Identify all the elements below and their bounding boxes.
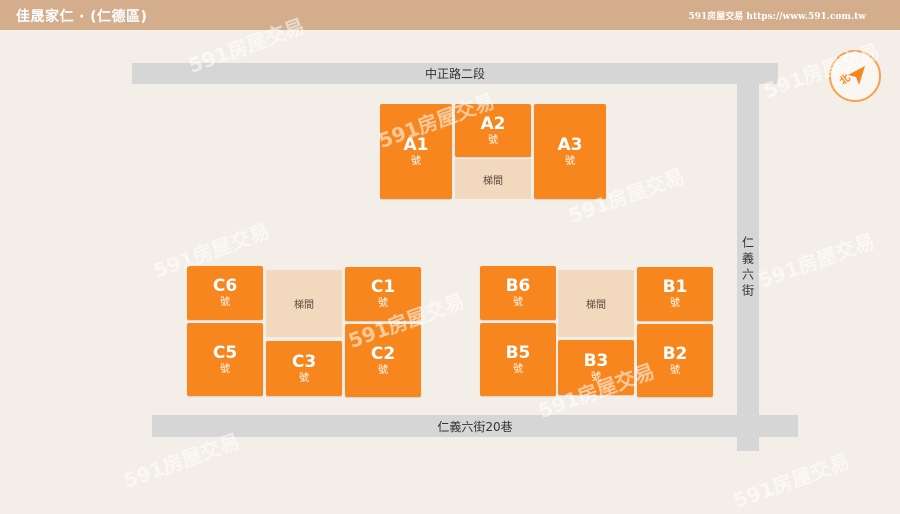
unit-b5[interactable]: B5 號: [480, 323, 556, 396]
unit-code: A2: [480, 113, 506, 134]
unit-c5[interactable]: C5 號: [187, 323, 263, 396]
unit-code: A1: [403, 134, 429, 155]
unit-suffix: 號: [220, 363, 230, 375]
unit-suffix: 號: [488, 134, 498, 146]
compass: 北: [829, 50, 881, 102]
unit-a2[interactable]: A2 號: [455, 104, 531, 157]
unit-a1[interactable]: A1 號: [380, 104, 452, 199]
unit-code: C6: [212, 276, 238, 296]
unit-a3[interactable]: A3 號: [534, 104, 606, 199]
unit-b2[interactable]: B2 號: [637, 324, 713, 397]
community-title: 佳晟家仁 ‧ (仁德區): [16, 9, 148, 25]
watermark: 591房屋交易: [730, 448, 853, 514]
road-right-label: 仁義六街: [740, 235, 755, 300]
unit-code: A3: [557, 134, 583, 155]
unit-b3[interactable]: B3 號: [558, 340, 634, 395]
unit-suffix: 號: [670, 364, 680, 376]
unit-suffix: 號: [513, 297, 523, 308]
unit-b6[interactable]: B6 號: [480, 266, 556, 320]
unit-code: C2: [370, 343, 396, 364]
unit-code: B5: [505, 342, 531, 363]
road-top-label: 中正路二段: [424, 67, 485, 81]
stairwell-c: 梯間: [266, 270, 342, 337]
unit-code: B3: [583, 350, 609, 371]
unit-suffix: 號: [670, 298, 680, 309]
road-bottom: 仁義六街20巷: [152, 415, 798, 437]
unit-b1[interactable]: B1 號: [637, 267, 713, 321]
unit-code: B2: [662, 343, 688, 364]
unit-code: B6: [505, 276, 531, 296]
road-right: 仁義六街: [737, 84, 759, 451]
unit-c6[interactable]: C6 號: [187, 266, 263, 320]
unit-code: C1: [370, 277, 396, 297]
unit-suffix: 號: [220, 297, 230, 308]
unit-suffix: 號: [411, 155, 421, 167]
unit-c2[interactable]: C2 號: [345, 324, 421, 397]
road-top: 中正路二段: [132, 63, 778, 84]
unit-suffix: 號: [378, 364, 388, 376]
stairwell-a: 梯間: [455, 159, 531, 199]
stairwell-b: 梯間: [558, 270, 634, 337]
unit-suffix: 號: [299, 372, 309, 384]
header-bar: 佳晟家仁 ‧ (仁德區) 591房屋交易 https://www.591.com…: [0, 0, 900, 30]
site-credit: 591房屋交易 https://www.591.com.tw: [688, 12, 866, 22]
road-bottom-label: 仁義六街20巷: [437, 419, 513, 434]
unit-code: C5: [212, 342, 238, 363]
watermark: 591房屋交易: [755, 228, 878, 294]
unit-code: B1: [662, 277, 688, 297]
unit-code: C3: [291, 351, 317, 372]
unit-suffix: 號: [378, 298, 388, 309]
unit-suffix: 號: [591, 371, 601, 383]
unit-suffix: 號: [565, 155, 575, 167]
unit-c3[interactable]: C3 號: [266, 341, 342, 396]
unit-suffix: 號: [513, 363, 523, 375]
unit-c1[interactable]: C1 號: [345, 267, 421, 321]
